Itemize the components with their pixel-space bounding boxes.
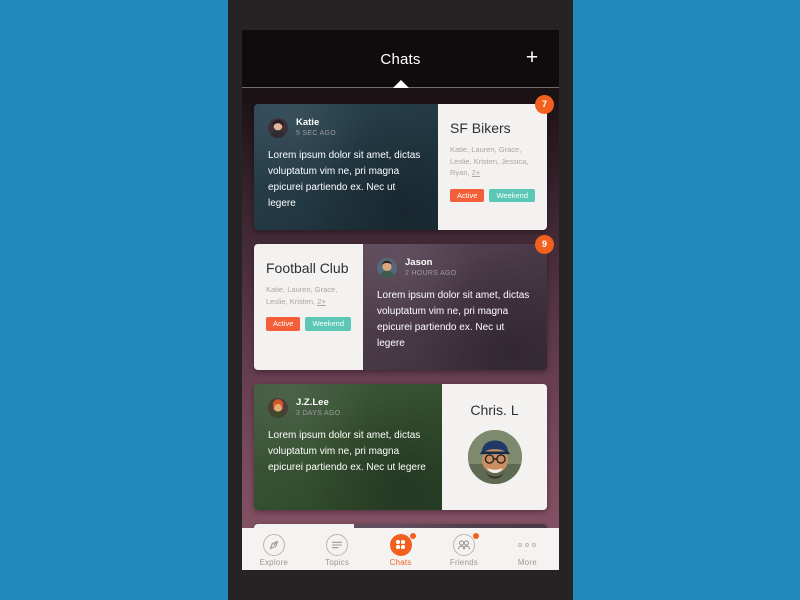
message-timestamp: 2 HOURS AGO	[405, 270, 457, 278]
app-header: Chats +	[242, 30, 559, 88]
grid-dots-icon	[389, 532, 416, 556]
message-author: J.Z.Lee	[296, 397, 329, 408]
tag-active[interactable]: Active	[266, 317, 301, 331]
tab-label: Topics	[325, 557, 350, 567]
tag-row: Active Weekend	[266, 317, 351, 331]
chat-list[interactable]: 7 Katie 5 SEC AGO Lorem ipsum dolor sit …	[242, 88, 559, 570]
message-author: Jason	[405, 257, 433, 268]
avatar-jason-icon	[377, 258, 397, 279]
member-overflow-link[interactable]: 2+	[472, 168, 481, 177]
message-body: Lorem ipsum dolor sit amet, dictas volup…	[377, 290, 530, 350]
message-body: Lorem ipsum dolor sit amet, dictas volup…	[268, 150, 421, 210]
message-timestamp: 5 SEC AGO	[296, 130, 337, 138]
tab-explore[interactable]: Explore	[242, 528, 305, 570]
message-author: Katie	[296, 117, 320, 128]
message-timestamp: 3 DAYS AGO	[296, 410, 341, 418]
compass-icon	[262, 533, 285, 556]
page-title: Chats	[380, 51, 421, 68]
notification-dot	[409, 532, 416, 539]
group-name: Football Club	[266, 260, 349, 276]
contact-info-pane: Chris. L	[442, 384, 547, 510]
contact-name: Chris. L	[470, 402, 519, 418]
unread-badge: 9	[535, 235, 554, 254]
tab-more[interactable]: More	[496, 528, 559, 570]
member-list: Katie, Lauren, Grace, Leslie, Kristen, 2…	[266, 284, 351, 307]
message-body: Lorem ipsum dolor sit amet, dictas volup…	[268, 430, 426, 474]
avatar-katie-icon	[268, 118, 288, 139]
lines-icon	[326, 533, 349, 556]
tag-weekend[interactable]: Weekend	[489, 188, 535, 202]
member-names: Katie, Lauren, Grace, Leslie, Kristen, J…	[450, 145, 529, 177]
group-info-pane: SF Bikers Katie, Lauren, Grace, Leslie, …	[438, 104, 547, 230]
chat-preview-pane: Katie 5 SEC AGO Lorem ipsum dolor sit am…	[254, 104, 438, 230]
tab-label: Friends	[449, 557, 478, 567]
screenshot-stage: Chats + 7 Katie 5 SEC AGO Lorem ipsum do…	[0, 0, 800, 600]
tab-label: Chats	[389, 557, 412, 567]
message-header: Katie 5 SEC AGO	[268, 117, 424, 139]
tag-weekend[interactable]: Weekend	[305, 317, 351, 331]
message-header: J.Z.Lee 3 DAYS AGO	[268, 397, 428, 419]
chat-preview-pane: Jason 2 HOURS AGO Lorem ipsum dolor sit …	[363, 244, 547, 370]
message-header: Jason 2 HOURS AGO	[377, 257, 533, 279]
chat-card[interactable]: 7 Katie 5 SEC AGO Lorem ipsum dolor sit …	[254, 95, 554, 230]
tab-label: Explore	[259, 557, 288, 567]
tab-friends[interactable]: Friends	[432, 528, 495, 570]
people-icon	[452, 532, 479, 556]
tab-topics[interactable]: Topics	[305, 528, 368, 570]
notification-dot	[472, 532, 479, 539]
unread-badge: 7	[535, 95, 554, 114]
chat-card[interactable]: J.Z.Lee 3 DAYS AGO Lorem ipsum dolor sit…	[254, 384, 547, 510]
bottom-tab-bar: Explore Topics Chats Friends More	[242, 528, 559, 570]
member-overflow-link[interactable]: 2+	[317, 297, 326, 306]
group-info-pane: Football Club Katie, Lauren, Grace, Lesl…	[254, 244, 363, 370]
chat-preview-pane: J.Z.Lee 3 DAYS AGO Lorem ipsum dolor sit…	[254, 384, 442, 510]
tag-active[interactable]: Active	[450, 188, 485, 202]
app-screen: Chats + 7 Katie 5 SEC AGO Lorem ipsum do…	[242, 30, 559, 570]
phone-frame: Chats + 7 Katie 5 SEC AGO Lorem ipsum do…	[228, 0, 573, 600]
tab-label: More	[517, 557, 537, 567]
tab-chats[interactable]: Chats	[369, 528, 432, 570]
ellipsis-icon	[516, 534, 538, 556]
tag-row: Active Weekend	[450, 188, 535, 202]
member-names: Katie, Lauren, Grace, Leslie, Kristen,	[266, 285, 338, 306]
chat-card[interactable]: 9 Football Club Katie, Lauren, Grace, Le…	[254, 235, 554, 370]
add-chat-button[interactable]: +	[521, 47, 543, 69]
avatar-chris-icon	[467, 430, 522, 484]
group-name: SF Bikers	[450, 120, 511, 136]
avatar-jzlee-icon	[268, 398, 288, 419]
caret-up-icon	[392, 80, 409, 88]
member-list: Katie, Lauren, Grace, Leslie, Kristen, J…	[450, 144, 535, 179]
